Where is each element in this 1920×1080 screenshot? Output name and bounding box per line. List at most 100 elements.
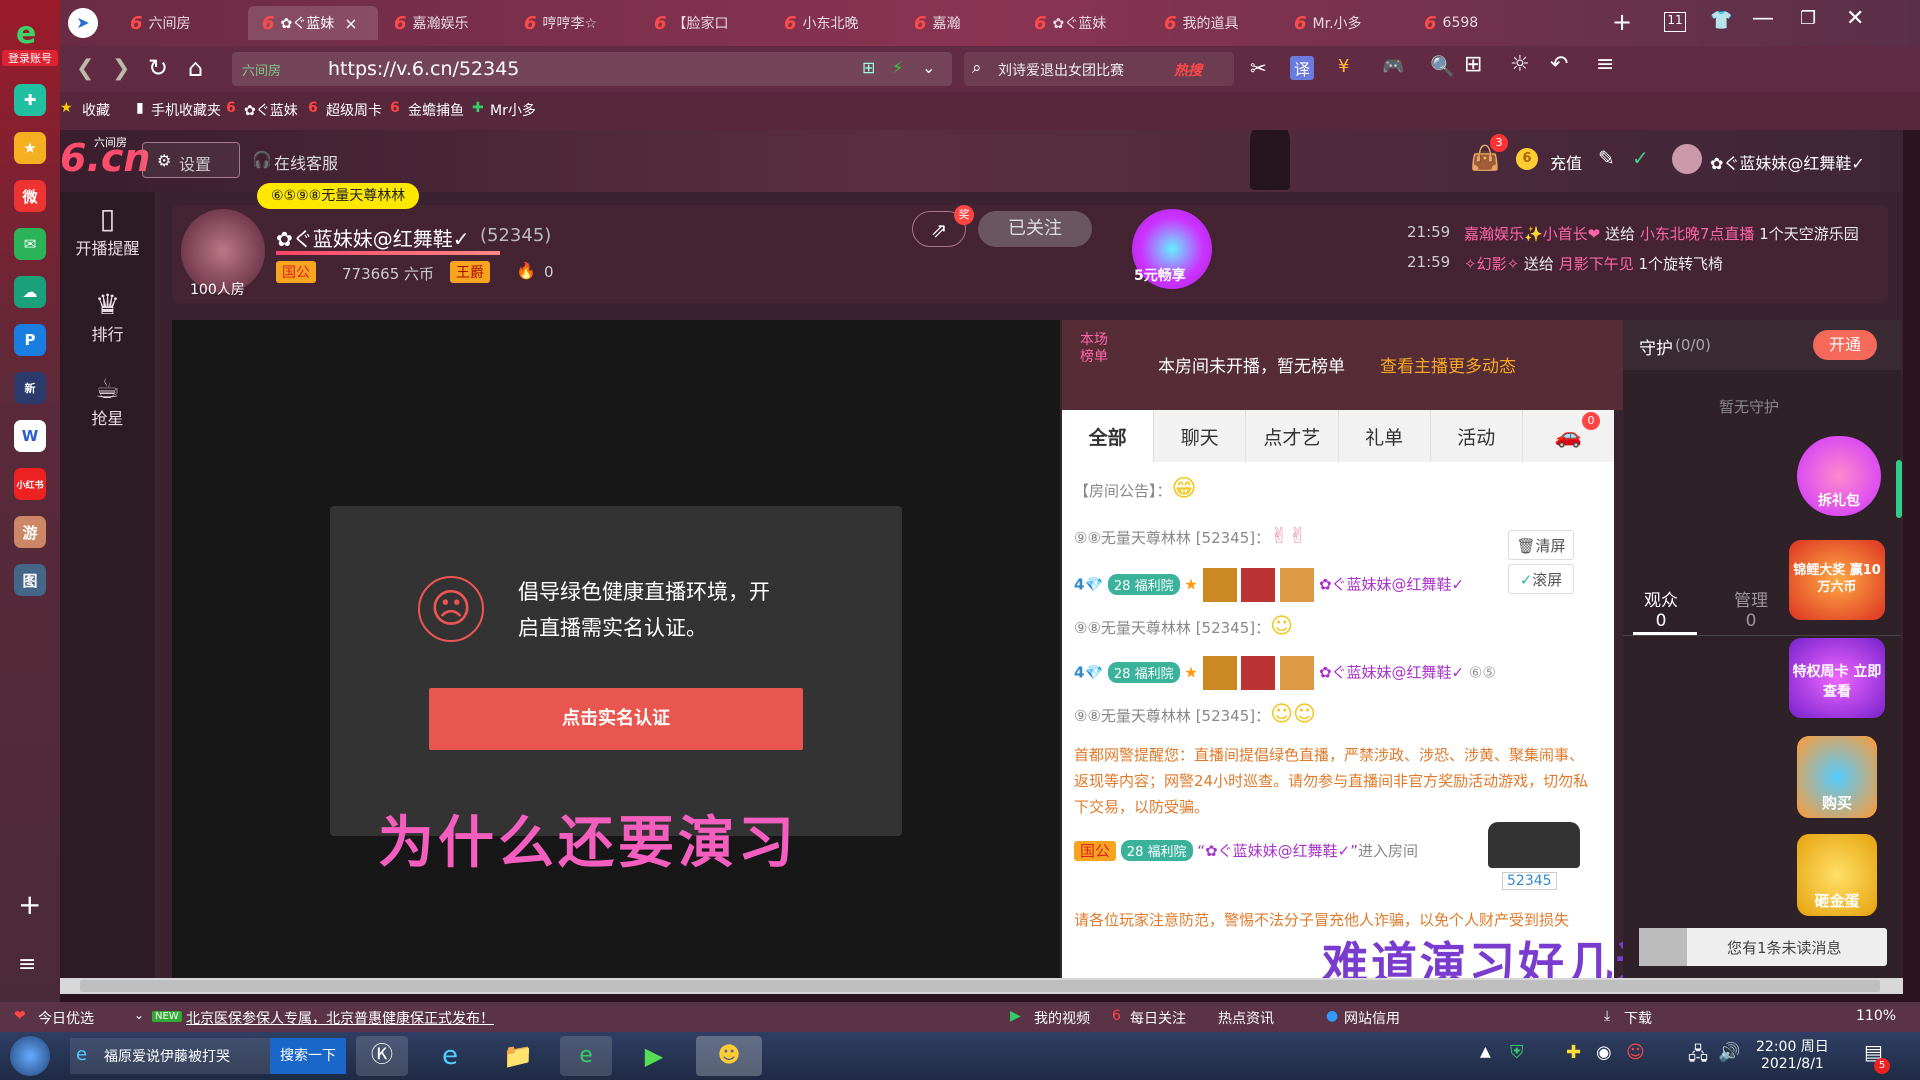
dock-add-icon[interactable]: + — [18, 888, 41, 921]
clear-screen-button[interactable]: 🗑清屏 — [1508, 530, 1574, 560]
browser-tab[interactable]: 6 ✿ぐ蓝妹 — [1020, 6, 1150, 40]
horizontal-scrollbar[interactable] — [60, 978, 1903, 994]
promo-koi-prize[interactable]: 锦鲤大奖 赢10万六币 — [1789, 540, 1885, 620]
nav-ranking[interactable]: ♛ 排行 — [60, 278, 155, 358]
bookmark-item[interactable]: 金蟾捕鱼 — [408, 100, 464, 120]
dock-mail-icon[interactable]: ✉ — [14, 228, 46, 260]
magnifier-icon[interactable]: 🔍 — [1430, 54, 1455, 78]
nav-live-reminder[interactable]: ▯ 开播提醒 — [60, 192, 155, 272]
menu-icon[interactable]: ≡ — [1596, 52, 1614, 77]
apps-grid-icon[interactable]: ⊞ — [1464, 52, 1482, 77]
tray-icon[interactable]: ☺ — [1626, 1042, 1645, 1063]
zoom-level[interactable]: 110% — [1856, 1008, 1896, 1024]
online-service-link[interactable]: 在线客服 — [274, 150, 338, 174]
tab-close-icon[interactable]: × — [344, 14, 357, 33]
rank-label[interactable]: 本场榜单 — [1080, 332, 1120, 366]
bookmark-item[interactable]: 手机收藏夹 — [151, 100, 221, 120]
clock[interactable]: 22:00 周日 2021/8/1 — [1756, 1036, 1829, 1072]
nav-grab-star[interactable]: ☕ 抢星 — [60, 362, 155, 442]
bookmark-item[interactable]: 超级周卡 — [326, 100, 382, 120]
auto-scroll-button[interactable]: ✓滚屏 — [1508, 564, 1574, 594]
status-link[interactable]: 热点资讯 — [1218, 1008, 1274, 1028]
home-icon[interactable]: ⌂ — [188, 54, 203, 82]
tab-audience[interactable]: 观众 0 — [1639, 586, 1683, 631]
taskbar-browser-icon[interactable]: e — [560, 1036, 612, 1076]
browser-tab[interactable]: 6 小东北晚 — [770, 6, 900, 40]
tray-up-icon[interactable]: ▲ — [1480, 1044, 1491, 1060]
settings-button[interactable]: ⚙ 设置 — [142, 142, 240, 178]
tab-admin[interactable]: 管理 0 — [1729, 586, 1773, 631]
start-button[interactable] — [10, 1036, 50, 1076]
hot-search-badge[interactable]: 热搜 — [1174, 60, 1202, 80]
tray-shield-icon[interactable]: ⛨ — [1510, 1042, 1524, 1063]
verify-button[interactable]: 点击实名认证 — [429, 688, 803, 750]
tray-app-icon[interactable]: ✚ — [1566, 1042, 1581, 1063]
tab-gift-list[interactable]: 礼单 — [1339, 410, 1431, 462]
tab-activity[interactable]: 活动 — [1431, 410, 1523, 462]
bookmark-item[interactable]: Mr小多 — [490, 100, 536, 120]
browser-tab-active[interactable]: 6 ✿ぐ蓝妹 × — [248, 6, 378, 40]
taskbar-search[interactable]: e 福原爱说伊藤被打哭 — [70, 1038, 270, 1074]
new-tab-icon[interactable]: + — [1612, 8, 1632, 36]
unread-message-bar[interactable]: 您有1条未读消息 — [1639, 928, 1887, 966]
open-guard-button[interactable]: 开通 — [1813, 330, 1877, 360]
check-icon[interactable]: ✓ — [1632, 146, 1649, 170]
reload-icon[interactable]: ↻ — [148, 54, 168, 82]
dock-cloud-icon[interactable]: ☁ — [14, 276, 46, 308]
translate-icon[interactable]: 译 — [1290, 56, 1315, 80]
network-icon[interactable]: 🖧 — [1688, 1042, 1708, 1072]
back-icon[interactable]: ❮ — [76, 56, 94, 81]
promo-buy[interactable]: 购买 — [1797, 736, 1877, 818]
bolt-icon[interactable]: ⚡ — [892, 58, 903, 77]
browser-tab[interactable]: 6 我的道具 — [1150, 6, 1280, 40]
dock-favorite-icon[interactable]: ★ — [14, 132, 46, 164]
dock-image-icon[interactable]: 图 — [14, 564, 46, 596]
browser-tab[interactable]: 6 嘉瀚 — [900, 6, 1030, 40]
tab-talent[interactable]: 点才艺 — [1246, 410, 1339, 462]
search-box[interactable]: ⌕ 刘诗爱退出女团比赛 热搜 — [964, 52, 1234, 86]
browser-tab[interactable]: 6 【脸家口 — [640, 6, 770, 40]
search-input[interactable]: 刘诗爱退出女团比赛 — [998, 60, 1124, 80]
scroll-thumb[interactable] — [80, 980, 1880, 992]
taskbar-folder-icon[interactable]: 📁 — [492, 1036, 544, 1076]
dock-weibo-icon[interactable]: 微 — [14, 180, 46, 212]
forward-icon[interactable]: ❯ — [112, 56, 130, 81]
game-icon[interactable]: 🎮 — [1382, 56, 1404, 77]
browser-tab[interactable]: 6 嘉瀚娱乐 — [380, 6, 510, 40]
brightness-icon[interactable]: ☼ — [1510, 52, 1530, 77]
status-link[interactable]: 网站信用 — [1344, 1008, 1400, 1028]
cut-icon[interactable]: ✂ — [1250, 56, 1267, 80]
dock-word-icon[interactable]: W — [14, 420, 46, 452]
browser-tab[interactable]: 6 哼哼李☆ — [510, 6, 640, 40]
tab-count-icon[interactable]: 11 — [1664, 12, 1686, 32]
chevron-down-icon[interactable]: ⌄ — [134, 1008, 144, 1022]
status-link[interactable]: 每日关注 — [1130, 1008, 1186, 1028]
bookmark-item[interactable]: ✿ぐ蓝妹 — [244, 100, 298, 120]
browser-logo-icon[interactable]: e 登录账号 — [2, 10, 58, 66]
close-window-icon[interactable]: ✕ — [1846, 6, 1864, 31]
tab-car[interactable]: 🚗 0 — [1523, 410, 1614, 462]
dock-menu-icon[interactable]: ≡ — [18, 952, 36, 977]
login-account-label[interactable]: 登录账号 — [2, 50, 58, 66]
dock-p-icon[interactable]: P — [14, 324, 46, 356]
taskbar-ie-icon[interactable]: e — [424, 1036, 476, 1076]
edit-icon[interactable]: ✎ — [1598, 146, 1615, 170]
browser-tab[interactable]: 6 6598 — [1410, 6, 1540, 40]
skin-icon[interactable]: 👕 — [1710, 10, 1732, 31]
browser-tab[interactable]: 6 六间房 — [116, 6, 246, 40]
follow-button[interactable]: 已关注 — [978, 211, 1092, 247]
dock-news-icon[interactable]: 新 — [14, 372, 46, 404]
coupon-icon[interactable]: ¥ — [1338, 56, 1349, 77]
taskbar-search-text[interactable]: 福原爱说伊藤被打哭 — [104, 1046, 230, 1066]
taskbar-player-icon[interactable]: ▶ — [628, 1036, 680, 1076]
taskbar-app-icon[interactable]: ☻ — [696, 1036, 762, 1076]
news-ticker[interactable]: 北京医保参保人专属，北京普惠健康保正式发布！ — [186, 1008, 494, 1028]
dock-xiaohongshu-icon[interactable]: 小红书 — [14, 468, 46, 500]
chevron-down-icon[interactable]: ⌄ — [922, 58, 935, 77]
promo-weekly-card[interactable]: 特权周卡 立即查看 — [1789, 638, 1885, 718]
dock-game-icon[interactable]: 游 — [14, 516, 46, 548]
navigate-icon[interactable]: ➤ — [68, 8, 98, 38]
avatar[interactable] — [1672, 144, 1702, 174]
status-link[interactable]: 我的视频 — [1034, 1008, 1090, 1028]
promo-gift-pack[interactable]: 拆礼包 — [1797, 436, 1881, 516]
